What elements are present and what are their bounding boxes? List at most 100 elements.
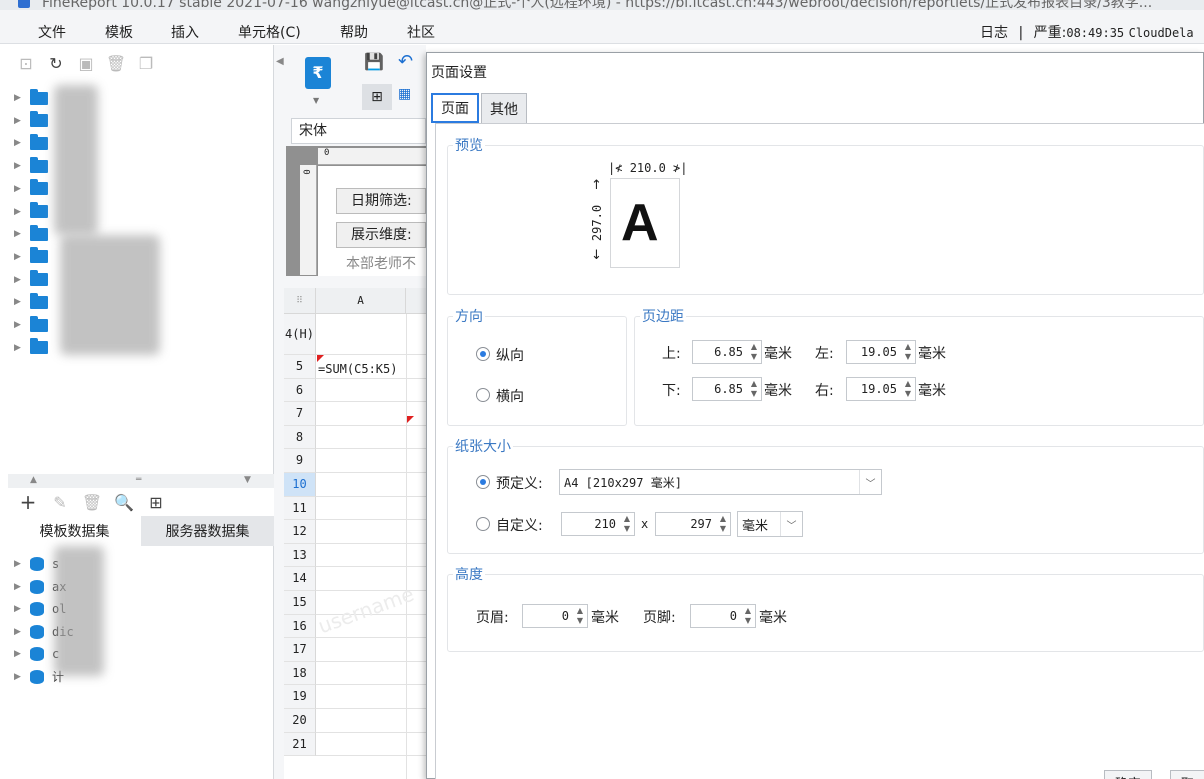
sheet-cell[interactable] bbox=[316, 426, 426, 450]
menu-cell[interactable]: 单元格(C) bbox=[238, 22, 301, 42]
expand-caret-icon[interactable]: ▶ bbox=[14, 184, 30, 194]
tree-folder-item[interactable]: ▶ bbox=[14, 269, 48, 291]
landscape-radio[interactable] bbox=[476, 388, 490, 402]
menu-help[interactable]: 帮助 bbox=[340, 22, 368, 42]
font-selector[interactable]: 宋体 bbox=[291, 118, 426, 144]
margin-left-input[interactable]: 19.05 ▲ ▼ bbox=[846, 340, 916, 364]
tree-folder-item[interactable]: ▶ bbox=[14, 246, 48, 268]
sheet-cell[interactable] bbox=[316, 544, 426, 568]
expand-caret-icon[interactable]: ▶ bbox=[14, 604, 30, 614]
preview-datasource-icon[interactable]: 🔍 bbox=[114, 492, 134, 512]
tree-folder-item[interactable]: ▶ bbox=[14, 110, 48, 132]
formula-cell[interactable]: =SUM(C5:K5) bbox=[318, 362, 397, 376]
expand-caret-icon[interactable]: ▶ bbox=[14, 229, 30, 239]
row-header[interactable]: 17 bbox=[284, 638, 316, 662]
margin-bottom-input[interactable]: 6.85 ▲ ▼ bbox=[692, 377, 762, 401]
cancel-button[interactable]: 取消 bbox=[1170, 770, 1204, 779]
expand-caret-icon[interactable]: ▶ bbox=[14, 207, 30, 217]
predefined-label[interactable]: 预定义: bbox=[496, 473, 543, 493]
tree-folder-item[interactable]: ▶ bbox=[14, 178, 48, 200]
refresh-icon[interactable]: ↻ bbox=[46, 53, 66, 73]
tab-server-datasets[interactable]: 服务器数据集 bbox=[141, 516, 274, 546]
row-header[interactable]: 18 bbox=[284, 661, 316, 686]
parameter-icon[interactable]: ⊞ bbox=[146, 492, 166, 512]
expand-caret-icon[interactable]: ▶ bbox=[14, 627, 30, 637]
column-header-a[interactable]: A bbox=[316, 288, 406, 314]
expand-caret-icon[interactable]: ▶ bbox=[14, 343, 30, 353]
margin-right-input[interactable]: 19.05 ▲ ▼ bbox=[846, 377, 916, 401]
row-header[interactable]: 21 bbox=[284, 732, 316, 757]
expand-caret-icon[interactable]: ▶ bbox=[14, 320, 30, 330]
ok-button[interactable]: 确定 bbox=[1104, 770, 1153, 779]
sheet-cell[interactable] bbox=[316, 379, 426, 403]
sheet-cell[interactable] bbox=[316, 733, 426, 757]
tab-page[interactable]: 页面 bbox=[431, 93, 479, 123]
expand-caret-icon[interactable]: ▶ bbox=[14, 138, 30, 148]
dimension-widget[interactable]: 展示维度: bbox=[336, 222, 426, 248]
row-header[interactable]: 20 bbox=[284, 709, 316, 733]
collapse-up-icon[interactable]: ▲ bbox=[30, 475, 37, 485]
cell-border-icon[interactable]: ▦ bbox=[398, 86, 411, 102]
save-icon[interactable]: 💾 bbox=[364, 52, 384, 71]
tree-folder-item[interactable]: ▶ bbox=[14, 132, 48, 154]
add-datasource-icon[interactable]: + bbox=[18, 490, 38, 514]
row-header[interactable]: 8 bbox=[284, 425, 316, 450]
sheet-cell[interactable] bbox=[316, 662, 426, 686]
dataset-item[interactable]: ▶c bbox=[14, 643, 59, 665]
sheet-cell[interactable] bbox=[316, 473, 426, 497]
footer-height-input[interactable]: 0 ▲ ▼ bbox=[690, 604, 756, 628]
sheet-cell[interactable] bbox=[316, 520, 426, 544]
menu-community[interactable]: 社区 bbox=[407, 22, 435, 42]
expand-caret-icon[interactable]: ▶ bbox=[14, 582, 30, 592]
menu-template[interactable]: 模板 bbox=[105, 22, 133, 42]
expand-caret-icon[interactable]: ▶ bbox=[14, 297, 30, 307]
row-header[interactable]: 10 bbox=[284, 473, 316, 497]
portrait-radio[interactable] bbox=[476, 347, 490, 361]
delete-icon[interactable]: 🗑 bbox=[106, 53, 126, 73]
row-header[interactable]: 7 bbox=[284, 402, 316, 426]
tree-folder-item[interactable]: ▶ bbox=[14, 314, 48, 336]
menu-file[interactable]: 文件 bbox=[38, 22, 66, 42]
new-folder-icon[interactable]: ⊡ bbox=[16, 53, 36, 73]
row-header[interactable]: 15 bbox=[284, 591, 316, 615]
tree-folder-item[interactable]: ▶ bbox=[14, 155, 48, 177]
row-header[interactable]: 13 bbox=[284, 543, 316, 568]
select-all-corner[interactable]: ⠿ bbox=[284, 288, 316, 314]
expand-caret-icon[interactable]: ▶ bbox=[14, 93, 30, 103]
cell-grid-icon[interactable]: ⊞ bbox=[362, 84, 392, 110]
custom-width-input[interactable]: 210 ▲ ▼ bbox=[561, 512, 635, 536]
landscape-label[interactable]: 横向 bbox=[496, 386, 524, 406]
sheet-cell[interactable] bbox=[316, 314, 426, 355]
row-header[interactable]: 14 bbox=[284, 567, 316, 591]
tab-other[interactable]: 其他 bbox=[481, 93, 527, 123]
custom-height-input[interactable]: 297 ▲ ▼ bbox=[655, 512, 731, 536]
expand-caret-icon[interactable]: ▶ bbox=[14, 672, 30, 682]
unit-select[interactable]: 毫米 ﹀ bbox=[737, 511, 803, 537]
collapse-down-icon[interactable]: ▼ bbox=[244, 475, 251, 485]
expand-caret-icon[interactable]: ▶ bbox=[14, 116, 30, 126]
expand-caret-icon[interactable]: ▶ bbox=[14, 649, 30, 659]
log-link[interactable]: 日志 bbox=[980, 25, 1008, 41]
edit-icon[interactable]: ✎ bbox=[50, 492, 70, 512]
predefined-radio[interactable] bbox=[476, 475, 490, 489]
margin-top-input[interactable]: 6.85 ▲ ▼ bbox=[692, 340, 762, 364]
row-header[interactable]: 12 bbox=[284, 520, 316, 544]
sheet-cell[interactable] bbox=[316, 685, 426, 709]
portrait-label[interactable]: 纵向 bbox=[496, 345, 524, 365]
tree-folder-item[interactable]: ▶ bbox=[14, 337, 48, 359]
row-header[interactable]: 16 bbox=[284, 614, 316, 639]
sheet-cell[interactable] bbox=[316, 709, 426, 733]
template-type-icon[interactable]: ₹ bbox=[305, 57, 331, 89]
header-height-input[interactable]: 0 ▲ ▼ bbox=[522, 604, 588, 628]
expand-caret-icon[interactable]: ▶ bbox=[14, 275, 30, 285]
row-header[interactable]: 19 bbox=[284, 685, 316, 709]
tree-folder-item[interactable]: ▶ bbox=[14, 291, 48, 313]
collapse-left-icon[interactable]: ◀ bbox=[276, 56, 284, 67]
tab-template-datasets[interactable]: 模板数据集 bbox=[8, 516, 141, 546]
row-header[interactable]: 6 bbox=[284, 378, 316, 403]
sheet-cell[interactable] bbox=[316, 638, 426, 662]
paper-size-select[interactable]: A4 [210x297 毫米] ﹀ bbox=[559, 469, 882, 495]
row-header[interactable]: 11 bbox=[284, 496, 316, 521]
column-header-b[interactable] bbox=[406, 288, 426, 314]
expand-caret-icon[interactable]: ▶ bbox=[14, 559, 30, 569]
